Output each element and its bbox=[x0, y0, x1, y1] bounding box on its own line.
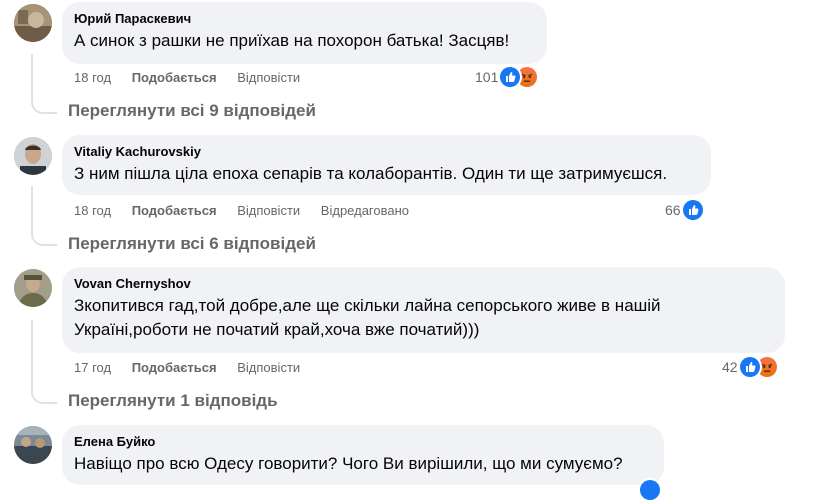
reply-button[interactable]: Відповісти bbox=[237, 203, 300, 218]
avatar[interactable] bbox=[14, 4, 52, 42]
reply-button[interactable]: Відповісти bbox=[237, 70, 300, 85]
like-icon bbox=[739, 357, 760, 377]
comment-time[interactable]: 17 год bbox=[74, 360, 111, 375]
like-icon bbox=[682, 200, 703, 220]
reaction-summary[interactable] bbox=[640, 480, 660, 500]
like-button[interactable]: Подобається bbox=[132, 70, 217, 85]
comment-text-line: Україні,роботи не початий край,хоча вже … bbox=[74, 320, 480, 339]
comment-text: А синок з рашки не приїхав на похорон ба… bbox=[74, 31, 510, 50]
reaction-summary[interactable]: 42 bbox=[722, 357, 777, 377]
angry-icon bbox=[756, 357, 777, 377]
reaction-count: 101 bbox=[475, 69, 499, 85]
angry-icon bbox=[517, 67, 538, 87]
reaction-count: 66 bbox=[665, 202, 681, 218]
like-button[interactable]: Подобається bbox=[132, 203, 217, 218]
comment-text: Навіщо про всю Одесу говорити? Чого Ви в… bbox=[74, 454, 623, 473]
thread-line bbox=[31, 54, 57, 114]
thread-line bbox=[31, 186, 57, 246]
comment-bubble: Юрий Параскевич А синок з рашки не приїх… bbox=[62, 2, 547, 64]
comment-text-line: Зкопитився гад,той добре,але ще скільки … bbox=[74, 296, 661, 315]
comment-author[interactable]: Vitaliy Kachurovskiy bbox=[74, 143, 699, 160]
view-replies-link[interactable]: Переглянути 1 відповідь bbox=[68, 391, 278, 411]
avatar[interactable] bbox=[14, 426, 52, 464]
edited-label: Відредаговано bbox=[320, 203, 410, 218]
reply-button[interactable]: Відповісти bbox=[237, 360, 300, 375]
comment-bubble: Елена Буйко Навіщо про всю Одесу говорит… bbox=[62, 425, 664, 485]
avatar[interactable] bbox=[14, 269, 52, 307]
view-replies-link[interactable]: Переглянути всі 9 відповідей bbox=[68, 101, 316, 121]
like-icon bbox=[500, 67, 521, 87]
comment-actions: 18 год Подобається Відповісти Відредагов… bbox=[74, 202, 426, 220]
comment-author[interactable]: Елена Буйко bbox=[74, 433, 652, 450]
comment-bubble: Vovan Chernyshov Зкопитився гад,той добр… bbox=[62, 267, 785, 353]
thread-line bbox=[31, 320, 57, 404]
reaction-summary[interactable]: 101 bbox=[475, 67, 538, 87]
comment-author[interactable]: Vovan Chernyshov bbox=[74, 275, 773, 292]
comment-author[interactable]: Юрий Параскевич bbox=[74, 10, 535, 27]
comment-bubble: Vitaliy Kachurovskiy З ним пішла ціла еп… bbox=[62, 135, 711, 195]
view-replies-link[interactable]: Переглянути всі 6 відповідей bbox=[68, 234, 316, 254]
comment-actions: 18 год Подобається Відповісти bbox=[74, 69, 317, 87]
comment-text: З ним пішла ціла епоха сепарів та колабо… bbox=[74, 164, 668, 183]
reaction-count: 42 bbox=[722, 359, 738, 375]
reaction-summary[interactable]: 66 bbox=[665, 200, 703, 220]
like-icon bbox=[640, 480, 660, 500]
avatar[interactable] bbox=[14, 137, 52, 175]
comment-time[interactable]: 18 год bbox=[74, 70, 111, 85]
comment-time[interactable]: 18 год bbox=[74, 203, 111, 218]
comment-actions: 17 год Подобається Відповісти bbox=[74, 359, 317, 377]
like-button[interactable]: Подобається bbox=[132, 360, 217, 375]
